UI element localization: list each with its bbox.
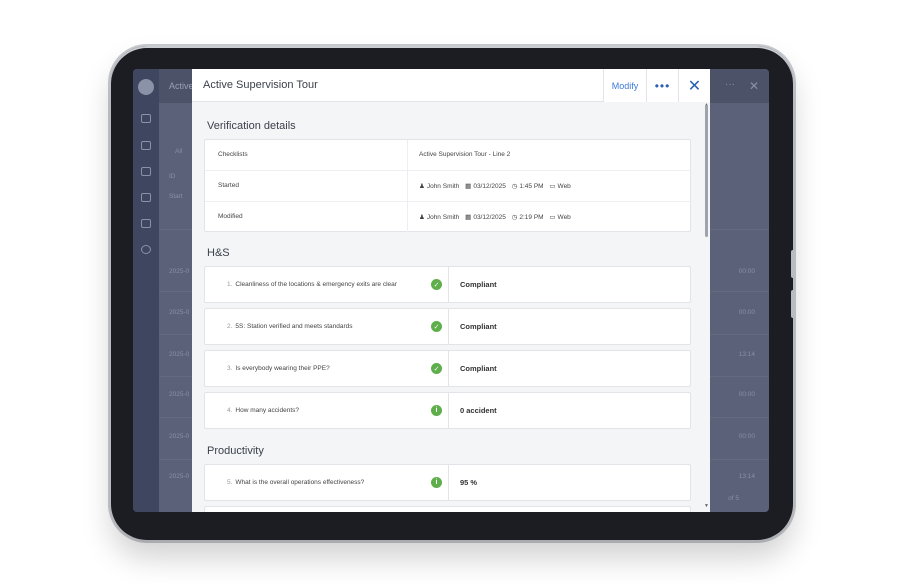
detail-value: ♟ John Smith ▦ 03/12/2025 ◷ 1:45 PM ▭ Web (419, 182, 575, 191)
question-text: 5. What is the overall operations effecti… (227, 479, 365, 486)
detail-row-started: Started ♟ John Smith ▦ 03/12/2025 ◷ 1:45 PM… (205, 171, 692, 202)
modified-date: 03/12/2025 (473, 213, 506, 221)
section-title-verification: Verification details (207, 120, 296, 132)
detail-label: Modified (218, 213, 243, 220)
modal-title: Active Supervision Tour (203, 79, 318, 91)
background-row: 2025-0 (169, 351, 190, 358)
calendar-icon: ▦ (465, 183, 472, 190)
close-icon[interactable]: ✕ (678, 69, 710, 102)
background-row: 2025-0 (169, 268, 190, 275)
section-title-hs: H&S (207, 247, 230, 259)
detail-row-modified: Modified ♟ John Smith ▦ 03/12/2025 ◷ 2:19 P… (205, 202, 692, 233)
background-time: 13:14 (738, 473, 755, 480)
divider (407, 171, 408, 202)
background-time: 00:00 (738, 391, 755, 398)
calendar-icon: ▦ (465, 214, 472, 221)
scroll-down-icon[interactable]: ▼ (704, 503, 709, 509)
monitor-icon: ▭ (549, 214, 556, 221)
modified-device: Web (557, 213, 571, 221)
background-close-icon: ✕ (748, 79, 759, 93)
background-time: 00:00 (738, 433, 755, 440)
modify-button[interactable]: Modify (603, 69, 646, 102)
divider (448, 309, 449, 344)
folder-icon (141, 219, 151, 228)
question-card[interactable]: 3. Is everybody wearing their PPE? ✓ Comp… (204, 350, 691, 387)
modified-user: John Smith (426, 213, 460, 221)
background-row: 2025-0 (169, 391, 190, 398)
modified-time: 2:19 PM (519, 213, 544, 221)
question-answer: 0 accident (460, 406, 497, 415)
settings-icon (141, 245, 151, 254)
background-row: 2025-0 (169, 473, 190, 480)
question-text: 4. How many accidents? (227, 407, 300, 414)
tablet-side-button (791, 250, 795, 278)
question-card[interactable]: 5. What is the overall operations effecti… (204, 464, 691, 501)
question-text: 3. Is everybody wearing their PPE? (227, 365, 330, 372)
background-row: 2025-0 (169, 309, 190, 316)
background-title: Active (169, 81, 194, 91)
question-card[interactable]: 2. 5S: Station verified and meets standar… (204, 308, 691, 345)
detail-value: ♟ John Smith ▦ 03/12/2025 ◷ 2:19 PM ▭ Web (419, 213, 575, 222)
monitor-icon: ▭ (549, 183, 556, 190)
background-row: 2025-0 (169, 433, 190, 440)
question-card[interactable]: 4. How many accidents? i 0 accident (204, 392, 691, 429)
divider (448, 465, 449, 500)
background-pagination: of 5 (728, 495, 739, 502)
started-date: 03/12/2025 (473, 182, 506, 190)
chat-icon (141, 193, 151, 202)
modal-header: Active Supervision Tour Modify ••• ✕ (192, 69, 710, 102)
info-icon: i (431, 405, 442, 416)
background-more-icon: ··· (725, 79, 735, 90)
divider (407, 202, 408, 233)
background-time: 13:14 (738, 351, 755, 358)
background-time: 00:00 (738, 268, 755, 275)
user-icon: ♟ (419, 183, 425, 190)
question-answer: Compliant (460, 322, 497, 331)
clock-icon: ◷ (511, 214, 518, 221)
question-answer: 95 % (460, 478, 478, 487)
question-answer: Compliant (460, 364, 497, 373)
background-row: ID (169, 173, 176, 180)
background-sidebar (133, 69, 159, 512)
background-row: Start (169, 193, 183, 200)
info-icon: i (431, 477, 442, 488)
user-icon: ♟ (419, 214, 425, 221)
detail-row-checklists: Checklists Active Supervision Tour - Lin… (205, 140, 692, 171)
divider (448, 267, 449, 302)
detail-value: Active Supervision Tour - Line 2 (419, 151, 511, 158)
section-title-productivity: Productivity (207, 445, 264, 457)
check-icon: ✓ (431, 321, 442, 332)
question-card[interactable] (204, 506, 691, 512)
scrollbar-thumb[interactable] (705, 105, 708, 237)
question-text: 1. Cleanliness of the locations & emergen… (227, 281, 397, 288)
detail-label: Checklists (218, 151, 248, 158)
divider (448, 393, 449, 428)
more-options-icon[interactable]: ••• (646, 69, 678, 102)
divider (448, 351, 449, 386)
verification-details-card: Checklists Active Supervision Tour - Lin… (204, 139, 692, 233)
calendar-icon (141, 114, 151, 123)
record-detail-modal: Active Supervision Tour Modify ••• ✕ ▲ ▼… (192, 69, 710, 512)
clock-icon: ◷ (511, 183, 518, 190)
check-icon: ✓ (431, 363, 442, 374)
avatar (138, 79, 154, 95)
question-answer: Compliant (460, 280, 497, 289)
check-icon: ✓ (431, 279, 442, 290)
document-icon (141, 167, 151, 176)
question-card[interactable]: 1. Cleanliness of the locations & emergen… (204, 266, 691, 303)
background-time: 00:00 (738, 309, 755, 316)
started-time: 1:45 PM (519, 182, 544, 190)
divider (407, 140, 408, 171)
background-row: All (175, 148, 183, 155)
started-device: Web (557, 182, 571, 190)
started-user: John Smith (426, 182, 460, 190)
users-icon (141, 141, 151, 150)
tablet-side-button (791, 290, 795, 318)
question-text: 2. 5S: Station verified and meets standar… (227, 323, 353, 330)
detail-label: Started (218, 182, 239, 189)
